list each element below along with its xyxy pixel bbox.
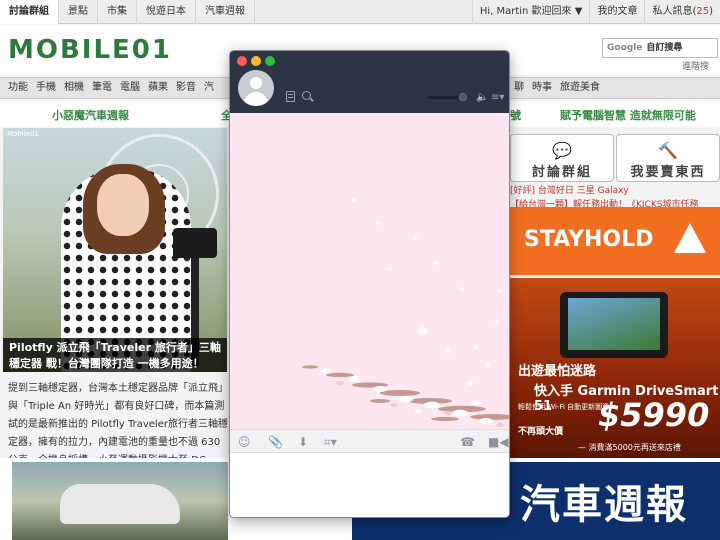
- garmin-feature: 輕鬆使用 Wi-Fi 自動更新圖資: [518, 403, 610, 411]
- top-nav-tabs: 討論群組 景點 市集 悅遊日本 汽車週報: [0, 0, 255, 24]
- volume-slider-handle[interactable]: [459, 93, 467, 101]
- stayhold-ad[interactable]: STAYHOLD: [510, 207, 720, 275]
- cat-apple[interactable]: 蘋果: [144, 78, 172, 98]
- camera-shape: [173, 228, 217, 258]
- message-count-badge: 25: [696, 6, 710, 17]
- user-greeting-dropdown[interactable]: Hi, Martin 歡迎回來 ▼: [471, 0, 590, 24]
- window-maximize-button[interactable]: [265, 56, 275, 66]
- tab-forum-groups[interactable]: 討論群組: [0, 0, 59, 24]
- attachment-icon[interactable]: 📎: [268, 434, 283, 450]
- cat-av[interactable]: 影音: [172, 78, 200, 98]
- garmin-headline: 出遊最怕迷路: [518, 364, 597, 379]
- face-shape: [97, 174, 149, 236]
- search-custom-label: 自訂搜尋: [646, 43, 683, 53]
- cat-chat[interactable]: 聊: [510, 78, 528, 98]
- message-input[interactable]: [230, 453, 509, 517]
- promo-ai-computer[interactable]: 賦予電腦智慧 造就無限可能: [560, 107, 696, 123]
- cat-cars[interactable]: 汽: [200, 78, 218, 98]
- sell-items-tile[interactable]: 🔨 我要賣東西: [616, 134, 720, 182]
- my-articles-link[interactable]: 我的文章: [589, 0, 644, 24]
- car-weekly-title: 汽車週報: [520, 482, 688, 528]
- tile-label: 討論群組: [531, 165, 592, 180]
- gavel-icon: 🔨: [658, 141, 678, 160]
- featured-article-title[interactable]: Pilotfly 派立飛「Traveler 旅行者」三軸穩定器 戰！台灣團隊打造…: [3, 338, 227, 372]
- news-line[interactable]: [好評] 台灣好日 三星 Galaxy: [510, 184, 720, 198]
- car-shape: [60, 484, 180, 524]
- chat-toolbar: ☺ 📎 ⬇ ⌗▾ ☎ ■◀: [230, 429, 509, 453]
- avatar-body-shape: [244, 92, 268, 106]
- garmin-price-label: 不再頭大價: [518, 427, 564, 437]
- garmin-footnote: — 消費滿5000元再送來店禮: [578, 443, 681, 452]
- stayhold-brand: STAYHOLD: [524, 227, 654, 252]
- cat-travel-food[interactable]: 旅遊美食: [556, 78, 604, 98]
- cat-laptops[interactable]: 筆電: [88, 78, 116, 98]
- site-logo[interactable]: MOBILE01: [8, 35, 172, 65]
- window-close-button[interactable]: [237, 56, 247, 66]
- greeting-text: Hi, Martin 歡迎回來: [479, 6, 572, 17]
- featured-article-summary: 提到三軸穩定器，台灣本土穩定器品牌「派立飛」與「Triple An 好時光」都有…: [8, 383, 228, 466]
- tile-label: 我要賣東西: [630, 165, 706, 180]
- forum-groups-tile[interactable]: 💬 討論群組: [510, 134, 614, 182]
- private-messages-label: 私人訊息: [652, 6, 693, 17]
- search-icon[interactable]: [302, 91, 311, 100]
- note-icon[interactable]: [286, 91, 295, 102]
- cherry-blossom-wallpaper: [302, 198, 509, 427]
- cat-current-events[interactable]: 時事: [528, 78, 556, 98]
- tab-market[interactable]: 市集: [98, 0, 137, 24]
- tab-attractions[interactable]: 景點: [59, 0, 98, 24]
- user-menu: Hi, Martin 歡迎回來 ▼ 我的文章 私人訊息(25): [471, 0, 720, 24]
- crop-icon[interactable]: ⌗▾: [324, 434, 337, 450]
- promo-mid2-text[interactable]: 號: [510, 107, 521, 123]
- private-messages-link[interactable]: 私人訊息(25): [644, 0, 720, 24]
- cat-cameras[interactable]: 相機: [60, 78, 88, 98]
- gps-screen-shape: [568, 298, 660, 350]
- promo-car-weekly[interactable]: 小惡魔汽車週報: [52, 107, 129, 123]
- video-call-icon[interactable]: ■◀: [488, 434, 509, 450]
- advanced-search-link[interactable]: 進階搜: [682, 59, 709, 72]
- menu-icon[interactable]: ≡▾: [491, 92, 504, 103]
- phone-icon[interactable]: ☎: [460, 434, 475, 450]
- cat-phones[interactable]: 手機: [32, 78, 60, 98]
- chevron-down-icon: ▼: [574, 6, 583, 17]
- search-provider-label: Google: [607, 43, 643, 53]
- download-icon[interactable]: ⬇: [298, 434, 308, 450]
- chat-header[interactable]: 🔈 ≡▾: [230, 51, 509, 113]
- chat-window[interactable]: 🔈 ≡▾ ☺ 📎 ⬇ ⌗▾ ☎ ■◀: [229, 50, 510, 518]
- chat-bubble-icon: 💬: [552, 141, 572, 160]
- garmin-ad[interactable]: 出遊最怕迷路 快入手 Garmin DriveSmart 51 輕鬆使用 Wi-…: [510, 278, 720, 458]
- chat-message-area[interactable]: [230, 113, 509, 429]
- garmin-price: $5990: [598, 396, 710, 434]
- emoji-icon[interactable]: ☺: [238, 434, 251, 450]
- avatar-head-shape: [250, 77, 262, 89]
- cat-features[interactable]: 功能: [4, 78, 32, 98]
- contact-avatar[interactable]: [238, 70, 274, 106]
- tab-car-weekly[interactable]: 汽車週報: [196, 0, 255, 24]
- search-input[interactable]: Google 自訂搜尋: [602, 38, 718, 58]
- cat-computers[interactable]: 電腦: [116, 78, 144, 98]
- window-minimize-button[interactable]: [251, 56, 261, 66]
- top-navigation-bar: 討論群組 景點 市集 悅遊日本 汽車週報 Hi, Martin 歡迎回來 ▼ 我…: [0, 0, 720, 24]
- featured-article-image[interactable]: Mobile01: [3, 128, 227, 372]
- speaker-icon[interactable]: 🔈: [476, 92, 488, 103]
- triangle-logo-icon: [674, 223, 706, 253]
- image-watermark: Mobile01: [7, 130, 39, 138]
- tab-japan-travel[interactable]: 悅遊日本: [137, 0, 196, 24]
